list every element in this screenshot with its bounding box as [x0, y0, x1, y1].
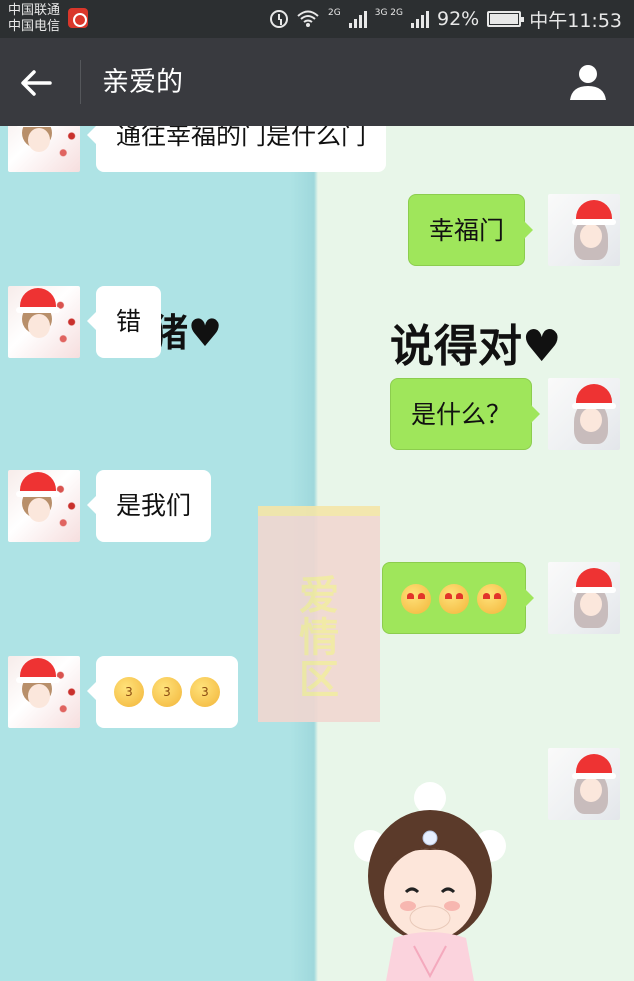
message-sent[interactable]: 是什么？: [390, 378, 541, 450]
chibi-girl-sticker-icon[interactable]: [350, 776, 510, 981]
message-received[interactable]: 是我们: [86, 470, 212, 542]
contact-avatar[interactable]: [8, 286, 80, 358]
battery-percent: 92%: [437, 8, 480, 30]
wifi-icon: [297, 10, 319, 27]
heart-eyes-emoji-icon: [439, 584, 469, 614]
kiss-emoji-icon: 3: [190, 677, 220, 707]
my-avatar[interactable]: [548, 194, 620, 266]
app-notification-icon: [68, 8, 88, 28]
battery-fill: [490, 14, 518, 24]
signal-2-icon: [411, 10, 429, 28]
my-avatar[interactable]: [548, 378, 620, 450]
kiss-emoji-icon: 3: [114, 677, 144, 707]
contact-avatar[interactable]: [8, 470, 80, 542]
contact-avatar[interactable]: [8, 126, 80, 172]
chat-header: 亲爱的: [0, 38, 634, 126]
message-received[interactable]: 通往幸福的门是什么门: [86, 126, 387, 172]
chat-info-button[interactable]: [566, 60, 610, 104]
clock: 中午11:53: [529, 9, 622, 32]
carrier-1: 中国联通: [8, 3, 61, 18]
kiss-emoji-icon: 3: [152, 677, 182, 707]
sticker-caption[interactable]: 说得对♥: [390, 310, 561, 374]
carrier-2: 中国电信: [8, 19, 61, 34]
chat-title: 亲爱的: [102, 67, 183, 98]
my-avatar[interactable]: [548, 562, 620, 634]
message-sent[interactable]: 幸福门: [408, 194, 534, 266]
network-type-1: 2G: [328, 7, 341, 18]
battery-icon: [487, 11, 525, 27]
alarm-icon: [270, 10, 289, 28]
love-zone-stamp: 爱情区: [258, 506, 380, 722]
chat-area[interactable]: 通往幸福的门是什么门 幸福门 猪♥ 错 说得对♥ 是什么？ 是我们 爱情区 3 …: [0, 126, 634, 981]
message-sent-emoji[interactable]: [382, 562, 534, 634]
message-received[interactable]: 错: [86, 286, 162, 358]
my-avatar[interactable]: [548, 748, 620, 820]
message-received-emoji[interactable]: 3 3 3: [87, 656, 238, 728]
status-bar: 中国联通 中国电信 2G 3G 2G 92% 中午11:53: [0, 0, 634, 38]
stamp-text: 爱情区: [292, 574, 338, 700]
person-icon: [570, 65, 606, 100]
back-button[interactable]: [14, 60, 60, 106]
status-icons: 2G 3G 2G 92% 中午11:53: [270, 6, 622, 32]
arrow-left-icon: [21, 70, 52, 96]
contact-avatar[interactable]: [8, 656, 80, 728]
carrier-info: 中国联通 中国电信: [8, 3, 60, 35]
network-type-2: 3G 2G: [374, 7, 403, 18]
header-divider: [80, 60, 81, 104]
signal-1-icon: [348, 10, 367, 28]
heart-eyes-emoji-icon: [401, 584, 431, 614]
heart-eyes-emoji-icon: [477, 584, 507, 614]
